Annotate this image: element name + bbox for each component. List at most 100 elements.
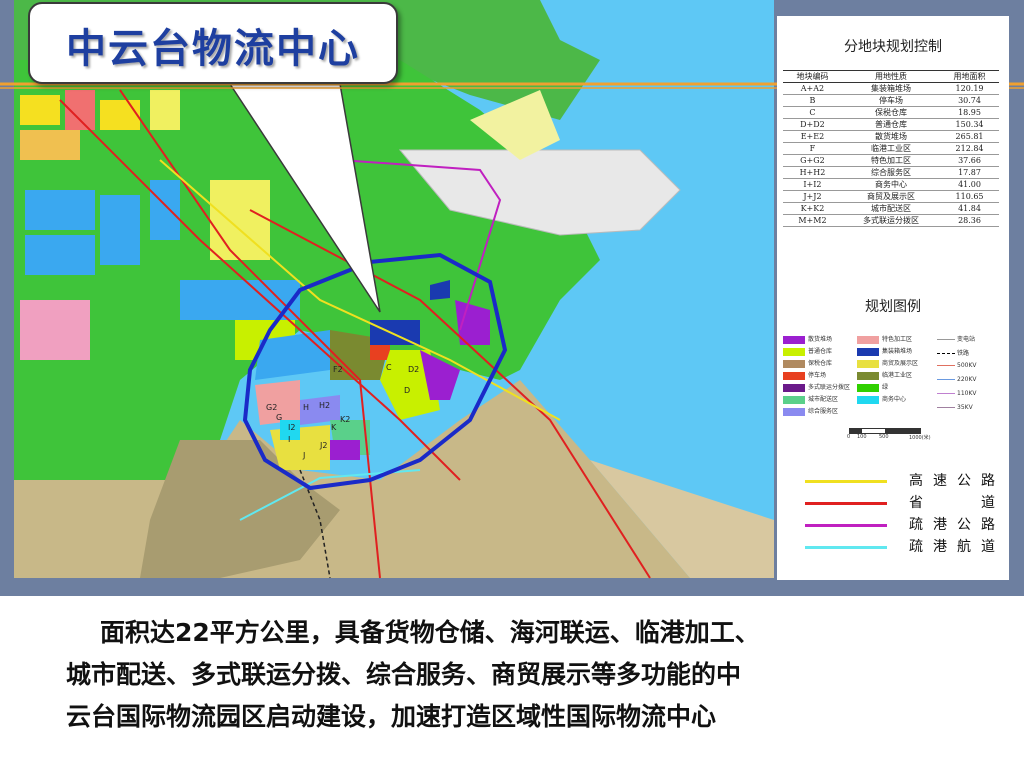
road-legend-item: 高速公路 — [805, 470, 995, 492]
legend-line-item: 35KV — [937, 404, 973, 411]
table-row: I+I2 商务中心 41.00 — [783, 178, 999, 191]
scale-label: 500 — [879, 434, 889, 440]
table-cell-use: 保税仓库 — [841, 106, 941, 119]
legend-swatch — [783, 347, 805, 356]
zone-label: I — [288, 435, 290, 444]
legend-item: 散货堆场 — [783, 334, 832, 344]
legend-line-item: 铁路 — [937, 348, 969, 357]
legend-label: 铁路 — [957, 350, 970, 357]
table-cell-code: A+A2 — [783, 82, 842, 95]
zone-label: D2 — [408, 365, 419, 374]
map-frame: F2 C D2 D G2 G H H2 I2 K K2 J J2 I 中云台物流… — [0, 0, 1024, 596]
table-cell-code: G+G2 — [783, 154, 842, 167]
legend-item: 临港工业区 — [857, 370, 912, 380]
table-cell-area: 41.84 — [940, 202, 999, 215]
legend-label: 110KV — [957, 390, 977, 397]
table-cell-use: 停车场 — [841, 94, 941, 107]
slide-title: 中云台物流中心 — [66, 26, 360, 72]
zone-label: K2 — [340, 415, 350, 424]
legend-item: 普通仓库 — [783, 346, 832, 356]
road-legend-item: 疏港公路 — [805, 514, 995, 536]
caption: 面积达22平方公里，具备货物仓储、海河联运、临港加工、 城市配送、多式联运分拨、… — [66, 612, 996, 738]
legend-label: 220KV — [957, 376, 977, 383]
legend-item: 城市配送区 — [783, 394, 838, 404]
table-cell-use: 商贸及展示区 — [841, 190, 941, 203]
zone-label: F2 — [333, 365, 343, 374]
legend-item: 综合服务区 — [783, 406, 838, 416]
legend-item: 停车场 — [783, 370, 826, 380]
legend-swatch — [783, 395, 805, 404]
table-cell-use: 特色加工区 — [841, 154, 941, 167]
legend-label: 临港工业区 — [882, 372, 913, 379]
table-cell-area: 120.19 — [940, 82, 999, 95]
legend-line-swatch — [937, 365, 955, 366]
road-line-swatch — [805, 480, 887, 483]
legend-swatch — [857, 395, 879, 404]
legend-swatch — [783, 407, 805, 416]
table-cell-use: 散货堆场 — [841, 130, 941, 143]
legend-label: 多式联运分拨区 — [808, 384, 851, 391]
legend-label: 综合服务区 — [808, 408, 839, 415]
road-legend-item: 疏港航道 — [805, 536, 995, 558]
caption-line: 城市配送、多式联运分拨、综合服务、商贸展示等多功能的中 — [66, 660, 742, 689]
legend-swatch — [857, 383, 879, 392]
zone-label: G2 — [266, 403, 277, 412]
table-body: A+A2 集装箱堆场 120.19 B 停车场 30.74 C 保税仓库 18.95 D+D2 普通… — [783, 82, 999, 227]
legend-line-swatch — [937, 407, 955, 408]
zone-label: D — [404, 386, 410, 395]
table-cell-area: 28.36 — [940, 214, 999, 227]
table-cell-use: 临港工业区 — [841, 142, 941, 155]
zone-label: H — [303, 403, 309, 412]
table-row: A+A2 集装箱堆场 120.19 — [783, 82, 999, 95]
table-title: 分地块规划控制 — [844, 39, 942, 55]
legend-panel: 分地块规划控制 地块编码 用地性质 用地面积 A+A2 集装箱堆场 120.19 B 停… — [777, 16, 1009, 580]
legend-label: 绿 — [882, 384, 889, 391]
table-row: E+E2 散货堆场 265.81 — [783, 130, 999, 143]
table-cell-code: I+I2 — [783, 178, 842, 191]
legend-line-swatch — [937, 379, 955, 380]
table-cell-area: 37.66 — [940, 154, 999, 167]
legend-line-swatch — [937, 353, 955, 354]
table-header-row: 地块编码 用地性质 用地面积 — [783, 70, 999, 83]
table-cell-code: C — [783, 106, 842, 119]
table-cell-use: 普通仓库 — [841, 118, 941, 131]
table-row: F 临港工业区 212.84 — [783, 142, 999, 155]
table-cell-area: 18.95 — [940, 106, 999, 119]
road-label: 疏港公路 — [909, 517, 995, 533]
table-cell-code: F — [783, 142, 842, 155]
zone-label: J — [302, 451, 305, 460]
road-line-swatch — [805, 524, 887, 527]
legend-label: 散货堆场 — [808, 336, 833, 343]
table-row: B 停车场 30.74 — [783, 94, 999, 107]
table-row: C 保税仓库 18.95 — [783, 106, 999, 119]
caption-line: 面积达22平方公里，具备货物仓储、海河联运、临港加工、 — [100, 618, 760, 647]
table-row: K+K2 城市配送区 41.84 — [783, 202, 999, 215]
legend-title: 规划图例 — [865, 299, 921, 315]
zone-label: I2 — [288, 423, 295, 432]
road-label: 高速公路 — [909, 473, 995, 489]
table-cell-use: 综合服务区 — [841, 166, 941, 179]
zone-label: J2 — [319, 441, 327, 450]
col-header-use: 用地性质 — [841, 70, 941, 83]
title-callout: 中云台物流中心 — [28, 2, 398, 84]
table-cell-use: 多式联运分拨区 — [841, 214, 941, 227]
table-cell-code: H+H2 — [783, 166, 842, 179]
table-cell-code: B — [783, 94, 842, 107]
table-cell-area: 110.65 — [940, 190, 999, 203]
table-cell-code: E+E2 — [783, 130, 842, 143]
legend-line-item: 110KV — [937, 390, 977, 397]
zone-label: K — [331, 423, 337, 432]
table-cell-code: K+K2 — [783, 202, 842, 215]
legend-label: 变电站 — [957, 336, 976, 343]
col-header-code: 地块编码 — [783, 70, 842, 83]
table-cell-area: 212.84 — [940, 142, 999, 155]
legend-label: 商贸及展示区 — [882, 360, 919, 367]
table-cell-code: M+M2 — [783, 214, 842, 227]
table-row: J+J2 商贸及展示区 110.65 — [783, 190, 999, 203]
legend-label: 停车场 — [808, 372, 827, 379]
table-cell-area: 265.81 — [940, 130, 999, 143]
legend-item: 集装箱堆场 — [857, 346, 912, 356]
road-line-swatch — [805, 502, 887, 505]
legend-line-item: 变电站 — [937, 334, 975, 343]
legend-line-item: 220KV — [937, 376, 977, 383]
